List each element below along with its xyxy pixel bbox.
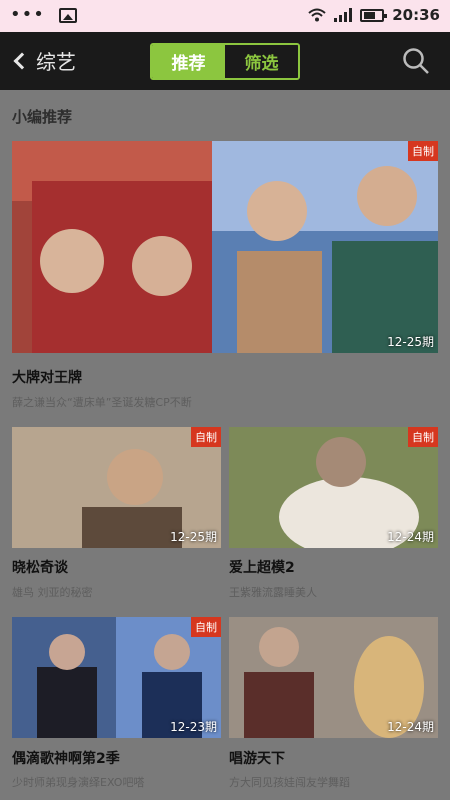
tab-recommend[interactable]: 推荐 bbox=[152, 45, 225, 78]
featured-thumbnail[interactable]: 自制 12-25期 bbox=[12, 141, 438, 353]
show-thumbnail[interactable]: 自制 12-24期 bbox=[229, 427, 438, 548]
episode-label: 12-23期 bbox=[170, 720, 217, 734]
show-desc: 雄鸟 刘亚的秘密 bbox=[12, 586, 93, 599]
clock: 20:36 bbox=[392, 6, 440, 24]
self-made-badge: 自制 bbox=[408, 427, 438, 447]
show-title[interactable]: 偶滴歌神啊第2季 bbox=[12, 748, 120, 768]
featured-desc: 薛之谦当众“遭床单”圣诞发糖CP不断 bbox=[12, 396, 192, 409]
wifi-icon bbox=[308, 8, 326, 22]
featured-title[interactable]: 大牌对王牌 bbox=[12, 367, 82, 387]
show-desc: 王紫雅流露睡美人 bbox=[229, 586, 317, 599]
self-made-badge: 自制 bbox=[408, 141, 438, 161]
tab-filter[interactable]: 筛选 bbox=[225, 45, 298, 78]
back-label: 综艺 bbox=[36, 50, 76, 74]
episode-label: 12-24期 bbox=[387, 530, 434, 544]
image-notification-icon bbox=[58, 7, 77, 23]
episode-label: 12-24期 bbox=[387, 720, 434, 734]
episode-label: 12-25期 bbox=[170, 530, 217, 544]
battery-icon bbox=[360, 8, 388, 22]
section-title: 小编推荐 bbox=[12, 108, 73, 126]
chevron-left-icon bbox=[13, 52, 31, 69]
search-icon[interactable] bbox=[402, 47, 430, 75]
self-made-badge: 自制 bbox=[191, 617, 221, 637]
show-title[interactable]: 唱游天下 bbox=[229, 748, 285, 768]
self-made-badge: 自制 bbox=[191, 427, 221, 447]
featured-image bbox=[12, 141, 438, 353]
top-nav-bar: 综艺 推荐 筛选 bbox=[0, 32, 450, 90]
episode-label: 12-25期 bbox=[387, 335, 434, 349]
signal-icon bbox=[334, 8, 353, 22]
back-button[interactable]: 综艺 bbox=[13, 46, 76, 75]
more-dots-icon: ••• bbox=[10, 4, 45, 25]
show-desc: 少时师弟现身演绎EXO吧嗒 bbox=[12, 776, 145, 789]
show-thumbnail[interactable]: 自制 12-23期 bbox=[12, 617, 221, 738]
show-thumbnail[interactable]: 自制 12-25期 bbox=[12, 427, 221, 548]
show-desc: 方大同见孩娃闯友学舞蹈 bbox=[229, 776, 350, 789]
show-thumbnail[interactable]: 12-24期 bbox=[229, 617, 438, 738]
segment-control: 推荐 筛选 bbox=[150, 43, 300, 80]
show-title[interactable]: 晓松奇谈 bbox=[12, 557, 68, 577]
status-bar: ••• 20:36 bbox=[0, 0, 450, 32]
show-title[interactable]: 爱上超模2 bbox=[229, 557, 295, 577]
